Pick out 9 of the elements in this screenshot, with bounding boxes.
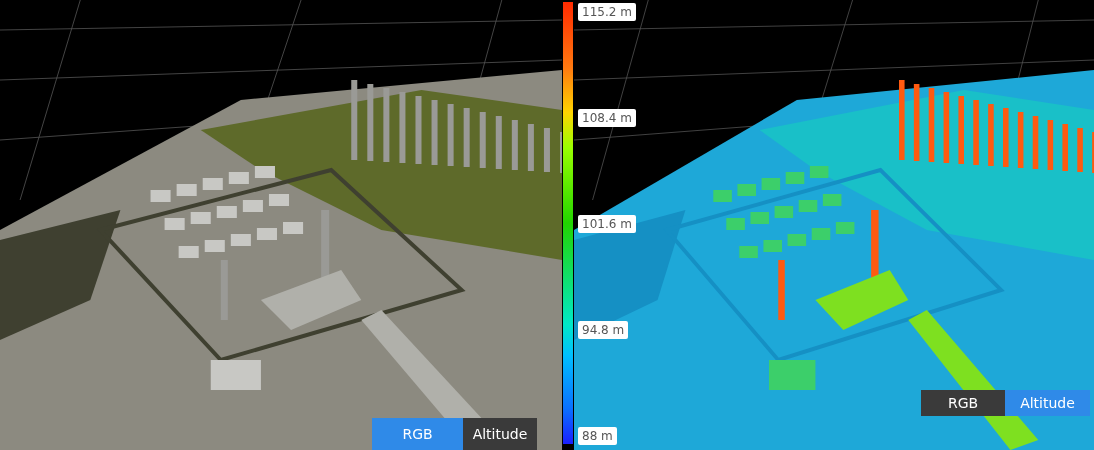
altitude-label: 88 m bbox=[578, 427, 617, 445]
altitude-label: 101.6 m bbox=[578, 215, 636, 233]
view-mode-tab[interactable]: RGB bbox=[921, 390, 1005, 416]
view-mode-tab[interactable]: RGB bbox=[372, 418, 463, 450]
view-mode-tab[interactable]: Altitude bbox=[463, 418, 537, 450]
altitude-label: 108.4 m bbox=[578, 109, 636, 127]
view-mode-tab[interactable]: Altitude bbox=[1005, 390, 1090, 416]
altitude-label: 94.8 m bbox=[578, 321, 629, 339]
altitude-label: 115.2 m bbox=[578, 3, 636, 21]
